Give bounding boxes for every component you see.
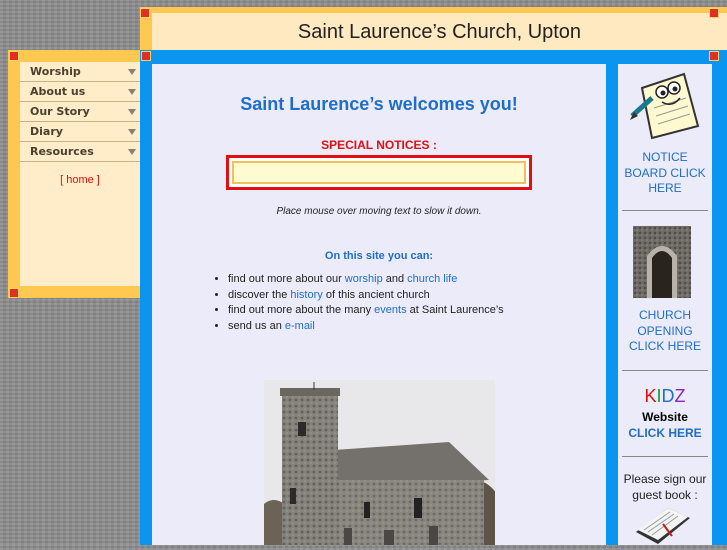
- guestbook-icon[interactable]: [632, 502, 694, 545]
- notice-marquee[interactable]: [226, 155, 532, 190]
- marquee-note: Place mouse over moving text to slow it …: [276, 206, 482, 217]
- nav-label: About us: [30, 85, 86, 98]
- nav-item-worship[interactable]: Worship: [20, 62, 140, 82]
- list-text: at Saint Laurence’s: [406, 304, 504, 316]
- nav-label: Our Story: [30, 105, 90, 118]
- list-text: of this ancient church: [322, 288, 430, 301]
- events-link[interactable]: events: [374, 304, 406, 316]
- kidz-logo[interactable]: KIDZ: [618, 386, 712, 406]
- kidz-letter: Z: [674, 386, 686, 406]
- notice-board-icon[interactable]: [628, 68, 702, 140]
- nav-label: Resources: [30, 145, 94, 158]
- corner-ornament-icon: [709, 51, 719, 61]
- left-sidebar: Worship About us Our Story Diary Resourc…: [8, 50, 140, 298]
- list-item: find out more about the many events at S…: [228, 303, 504, 319]
- main-frame: Saint Laurence’s welcomes you! SPECIAL N…: [140, 50, 606, 545]
- kidz-letter: D: [661, 386, 675, 406]
- chevron-down-icon: [128, 89, 136, 95]
- home-link[interactable]: [ home ]: [20, 174, 140, 186]
- nav-label: Diary: [30, 125, 63, 138]
- right-sidebar-content: NOTICE BOARD CLICK HERE CHURCH OPENING C…: [618, 64, 712, 545]
- site-header: Saint Laurence’s Church, Upton: [140, 7, 727, 51]
- divider: [622, 456, 708, 457]
- church-opening-link[interactable]: CHURCH OPENING CLICK HERE: [618, 308, 712, 355]
- link-line: HERE: [648, 181, 682, 195]
- nav-label: Worship: [30, 65, 81, 78]
- right-sidebar: NOTICE BOARD CLICK HERE CHURCH OPENING C…: [606, 50, 727, 545]
- list-text: find out more about the many: [228, 304, 375, 316]
- text-line: guest book :: [632, 487, 698, 502]
- text-line: Please sign our: [623, 472, 707, 486]
- chevron-down-icon: [128, 129, 136, 135]
- nav-item-our-story[interactable]: Our Story: [20, 102, 140, 122]
- notice-board-link[interactable]: NOTICE BOARD CLICK HERE: [618, 150, 712, 197]
- corner-ornament-icon: [9, 51, 19, 61]
- main-content: Saint Laurence’s welcomes you! SPECIAL N…: [152, 64, 606, 545]
- list-text: find out more about our: [228, 273, 345, 285]
- church-door-photo[interactable]: [633, 226, 691, 298]
- nav-item-about-us[interactable]: About us: [20, 82, 140, 102]
- divider: [622, 370, 708, 371]
- corner-ornament-icon: [140, 8, 150, 18]
- intro-heading: On this site you can:: [324, 250, 434, 262]
- church-life-link[interactable]: church life: [407, 273, 457, 285]
- church-photo: [264, 380, 495, 545]
- corner-ornament-icon: [141, 51, 151, 61]
- nav-item-diary[interactable]: Diary: [20, 122, 140, 142]
- list-text: send us an: [228, 319, 285, 332]
- corner-ornament-icon: [709, 8, 719, 18]
- list-text: and: [382, 273, 408, 285]
- link-line: BOARD CLICK: [624, 165, 706, 180]
- link-line: CLICK HERE: [628, 339, 702, 353]
- feature-list: find out more about our worship and chur…: [214, 272, 504, 334]
- email-link[interactable]: e-mail: [285, 320, 315, 332]
- special-notices-heading: SPECIAL NOTICES :: [321, 138, 437, 152]
- kidz-letter: K: [644, 386, 657, 406]
- site-title: Saint Laurence’s Church, Upton: [297, 21, 582, 43]
- chevron-down-icon: [128, 149, 136, 155]
- divider: [622, 210, 708, 211]
- worship-link[interactable]: worship: [345, 273, 383, 285]
- list-text: discover the: [228, 288, 291, 301]
- link-line: NOTICE: [642, 150, 688, 164]
- sidebar-menu: Worship About us Our Story Diary Resourc…: [20, 62, 140, 286]
- list-item: send us an e-mail: [228, 319, 504, 335]
- chevron-down-icon: [128, 109, 136, 115]
- chevron-down-icon: [128, 69, 136, 75]
- corner-ornament-icon: [9, 288, 19, 298]
- kidz-click-link[interactable]: CLICK HERE: [618, 426, 712, 442]
- history-link[interactable]: history: [290, 289, 322, 301]
- link-line: CHURCH: [639, 308, 691, 322]
- kidz-website-label: Website: [642, 410, 688, 424]
- guestbook-text: Please sign our guest book :: [618, 472, 712, 503]
- list-item: discover the history of this ancient chu…: [228, 288, 504, 304]
- list-item: find out more about our worship and chur…: [228, 272, 504, 288]
- nav-item-resources[interactable]: Resources: [20, 142, 140, 162]
- welcome-heading: Saint Laurence’s welcomes you!: [240, 94, 518, 114]
- link-line: OPENING: [637, 323, 693, 338]
